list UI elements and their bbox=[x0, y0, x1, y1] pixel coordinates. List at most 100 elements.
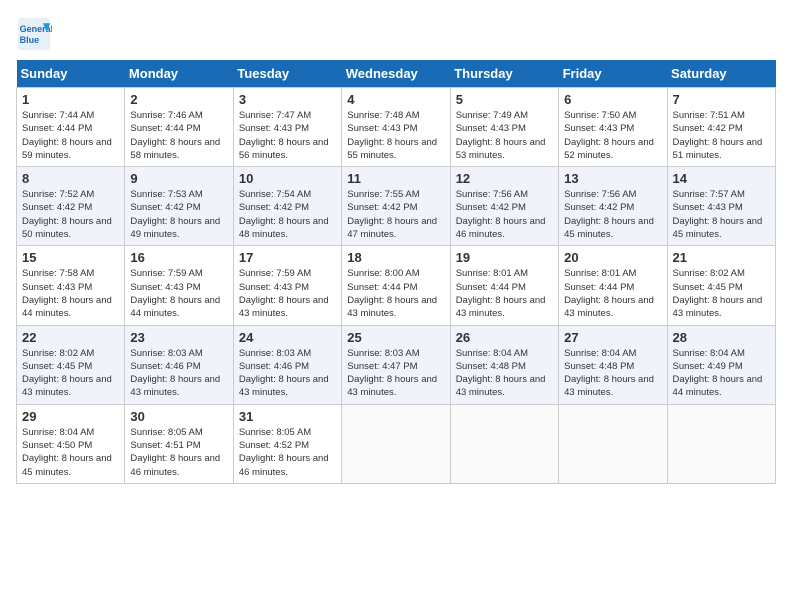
calendar-cell: 21 Sunrise: 8:02 AMSunset: 4:45 PMDayligh… bbox=[667, 246, 775, 325]
day-number: 27 bbox=[564, 330, 661, 345]
day-info: Sunrise: 7:56 AMSunset: 4:42 PMDaylight:… bbox=[456, 188, 553, 241]
day-number: 15 bbox=[22, 250, 119, 265]
day-number: 17 bbox=[239, 250, 336, 265]
day-info: Sunrise: 7:52 AMSunset: 4:42 PMDaylight:… bbox=[22, 188, 119, 241]
day-number: 9 bbox=[130, 171, 227, 186]
day-number: 22 bbox=[22, 330, 119, 345]
day-number: 26 bbox=[456, 330, 553, 345]
calendar-week-4: 22Sunrise: 8:02 AMSunset: 4:45 PMDayligh… bbox=[17, 325, 776, 404]
day-info: Sunrise: 8:04 AMSunset: 4:50 PMDaylight:… bbox=[22, 426, 119, 479]
day-info: Sunrise: 7:56 AMSunset: 4:42 PMDaylight:… bbox=[564, 188, 661, 241]
calendar-cell: 4 Sunrise: 7:48 AMSunset: 4:43 PMDaylight… bbox=[342, 88, 450, 167]
weekday-saturday: Saturday bbox=[667, 60, 775, 88]
day-number: 29 bbox=[22, 409, 119, 424]
calendar-cell: 6 Sunrise: 7:50 AMSunset: 4:43 PMDaylight… bbox=[559, 88, 667, 167]
page-header: General Blue bbox=[16, 16, 776, 52]
calendar-week-3: 15 Sunrise: 7:58 AMSunset: 4:43 PMDayligh… bbox=[17, 246, 776, 325]
day-info: Sunrise: 8:01 AMSunset: 4:44 PMDaylight:… bbox=[564, 267, 661, 320]
day-info: Sunrise: 7:49 AMSunset: 4:43 PMDaylight:… bbox=[456, 109, 553, 162]
day-number: 25 bbox=[347, 330, 444, 345]
day-info: Sunrise: 8:03 AMSunset: 4:46 PMDaylight:… bbox=[130, 347, 227, 400]
calendar-cell: 28 Sunrise: 8:04 AMSunset: 4:49 PMDayligh… bbox=[667, 325, 775, 404]
day-number: 4 bbox=[347, 92, 444, 107]
calendar-cell: 9Sunrise: 7:53 AMSunset: 4:42 PMDaylight… bbox=[125, 167, 233, 246]
weekday-friday: Friday bbox=[559, 60, 667, 88]
day-info: Sunrise: 7:51 AMSunset: 4:42 PMDaylight:… bbox=[673, 109, 770, 162]
day-info: Sunrise: 8:04 AMSunset: 4:48 PMDaylight:… bbox=[564, 347, 661, 400]
day-info: Sunrise: 8:00 AMSunset: 4:44 PMDaylight:… bbox=[347, 267, 444, 320]
calendar-week-2: 8 Sunrise: 7:52 AMSunset: 4:42 PMDaylight… bbox=[17, 167, 776, 246]
weekday-tuesday: Tuesday bbox=[233, 60, 341, 88]
calendar-cell: 20Sunrise: 8:01 AMSunset: 4:44 PMDayligh… bbox=[559, 246, 667, 325]
weekday-header-row: SundayMondayTuesdayWednesdayThursdayFrid… bbox=[17, 60, 776, 88]
day-info: Sunrise: 7:59 AMSunset: 4:43 PMDaylight:… bbox=[239, 267, 336, 320]
logo: General Blue bbox=[16, 16, 56, 52]
day-number: 23 bbox=[130, 330, 227, 345]
logo-icon: General Blue bbox=[16, 16, 52, 52]
calendar-cell: 26Sunrise: 8:04 AMSunset: 4:48 PMDayligh… bbox=[450, 325, 558, 404]
weekday-sunday: Sunday bbox=[17, 60, 125, 88]
day-number: 28 bbox=[673, 330, 770, 345]
calendar-cell bbox=[342, 404, 450, 483]
calendar-cell: 2 Sunrise: 7:46 AMSunset: 4:44 PMDaylight… bbox=[125, 88, 233, 167]
day-info: Sunrise: 7:47 AMSunset: 4:43 PMDaylight:… bbox=[239, 109, 336, 162]
day-info: Sunrise: 8:02 AMSunset: 4:45 PMDaylight:… bbox=[673, 267, 770, 320]
day-number: 16 bbox=[130, 250, 227, 265]
calendar-cell: 17 Sunrise: 7:59 AMSunset: 4:43 PMDayligh… bbox=[233, 246, 341, 325]
day-number: 30 bbox=[130, 409, 227, 424]
day-number: 7 bbox=[673, 92, 770, 107]
day-info: Sunrise: 8:01 AMSunset: 4:44 PMDaylight:… bbox=[456, 267, 553, 320]
calendar-cell: 27 Sunrise: 8:04 AMSunset: 4:48 PMDayligh… bbox=[559, 325, 667, 404]
day-number: 13 bbox=[564, 171, 661, 186]
calendar-cell: 8 Sunrise: 7:52 AMSunset: 4:42 PMDaylight… bbox=[17, 167, 125, 246]
day-info: Sunrise: 8:04 AMSunset: 4:49 PMDaylight:… bbox=[673, 347, 770, 400]
day-info: Sunrise: 8:05 AMSunset: 4:52 PMDaylight:… bbox=[239, 426, 336, 479]
calendar-cell: 5 Sunrise: 7:49 AMSunset: 4:43 PMDaylight… bbox=[450, 88, 558, 167]
day-info: Sunrise: 7:50 AMSunset: 4:43 PMDaylight:… bbox=[564, 109, 661, 162]
calendar-cell: 12Sunrise: 7:56 AMSunset: 4:42 PMDayligh… bbox=[450, 167, 558, 246]
day-number: 6 bbox=[564, 92, 661, 107]
calendar-body: 1Sunrise: 7:44 AMSunset: 4:44 PMDaylight… bbox=[17, 88, 776, 484]
day-info: Sunrise: 7:48 AMSunset: 4:43 PMDaylight:… bbox=[347, 109, 444, 162]
weekday-monday: Monday bbox=[125, 60, 233, 88]
day-number: 8 bbox=[22, 171, 119, 186]
calendar-cell bbox=[450, 404, 558, 483]
calendar-cell: 7 Sunrise: 7:51 AMSunset: 4:42 PMDaylight… bbox=[667, 88, 775, 167]
calendar-cell bbox=[667, 404, 775, 483]
weekday-thursday: Thursday bbox=[450, 60, 558, 88]
day-number: 14 bbox=[673, 171, 770, 186]
calendar-week-5: 29 Sunrise: 8:04 AMSunset: 4:50 PMDayligh… bbox=[17, 404, 776, 483]
day-number: 18 bbox=[347, 250, 444, 265]
calendar-cell: 30 Sunrise: 8:05 AMSunset: 4:51 PMDayligh… bbox=[125, 404, 233, 483]
calendar-cell: 10Sunrise: 7:54 AMSunset: 4:42 PMDayligh… bbox=[233, 167, 341, 246]
calendar-cell: 16Sunrise: 7:59 AMSunset: 4:43 PMDayligh… bbox=[125, 246, 233, 325]
calendar-cell: 11Sunrise: 7:55 AMSunset: 4:42 PMDayligh… bbox=[342, 167, 450, 246]
day-info: Sunrise: 8:03 AMSunset: 4:47 PMDaylight:… bbox=[347, 347, 444, 400]
day-number: 31 bbox=[239, 409, 336, 424]
calendar-cell: 24Sunrise: 8:03 AMSunset: 4:46 PMDayligh… bbox=[233, 325, 341, 404]
day-number: 24 bbox=[239, 330, 336, 345]
calendar-cell: 15 Sunrise: 7:58 AMSunset: 4:43 PMDayligh… bbox=[17, 246, 125, 325]
day-number: 21 bbox=[673, 250, 770, 265]
day-number: 1 bbox=[22, 92, 119, 107]
day-info: Sunrise: 7:46 AMSunset: 4:44 PMDaylight:… bbox=[130, 109, 227, 162]
calendar-cell: 14 Sunrise: 7:57 AMSunset: 4:43 PMDayligh… bbox=[667, 167, 775, 246]
calendar-week-1: 1Sunrise: 7:44 AMSunset: 4:44 PMDaylight… bbox=[17, 88, 776, 167]
calendar-cell: 3 Sunrise: 7:47 AMSunset: 4:43 PMDaylight… bbox=[233, 88, 341, 167]
weekday-wednesday: Wednesday bbox=[342, 60, 450, 88]
day-info: Sunrise: 7:58 AMSunset: 4:43 PMDaylight:… bbox=[22, 267, 119, 320]
day-info: Sunrise: 7:55 AMSunset: 4:42 PMDaylight:… bbox=[347, 188, 444, 241]
calendar-cell: 23 Sunrise: 8:03 AMSunset: 4:46 PMDayligh… bbox=[125, 325, 233, 404]
calendar-cell: 13 Sunrise: 7:56 AMSunset: 4:42 PMDayligh… bbox=[559, 167, 667, 246]
day-info: Sunrise: 8:05 AMSunset: 4:51 PMDaylight:… bbox=[130, 426, 227, 479]
calendar-cell: 18 Sunrise: 8:00 AMSunset: 4:44 PMDayligh… bbox=[342, 246, 450, 325]
day-number: 5 bbox=[456, 92, 553, 107]
calendar-table: SundayMondayTuesdayWednesdayThursdayFrid… bbox=[16, 60, 776, 484]
day-info: Sunrise: 7:57 AMSunset: 4:43 PMDaylight:… bbox=[673, 188, 770, 241]
calendar-cell: 31 Sunrise: 8:05 AMSunset: 4:52 PMDayligh… bbox=[233, 404, 341, 483]
calendar-cell: 25 Sunrise: 8:03 AMSunset: 4:47 PMDayligh… bbox=[342, 325, 450, 404]
calendar-cell: 22Sunrise: 8:02 AMSunset: 4:45 PMDayligh… bbox=[17, 325, 125, 404]
day-number: 2 bbox=[130, 92, 227, 107]
day-info: Sunrise: 7:54 AMSunset: 4:42 PMDaylight:… bbox=[239, 188, 336, 241]
day-number: 3 bbox=[239, 92, 336, 107]
